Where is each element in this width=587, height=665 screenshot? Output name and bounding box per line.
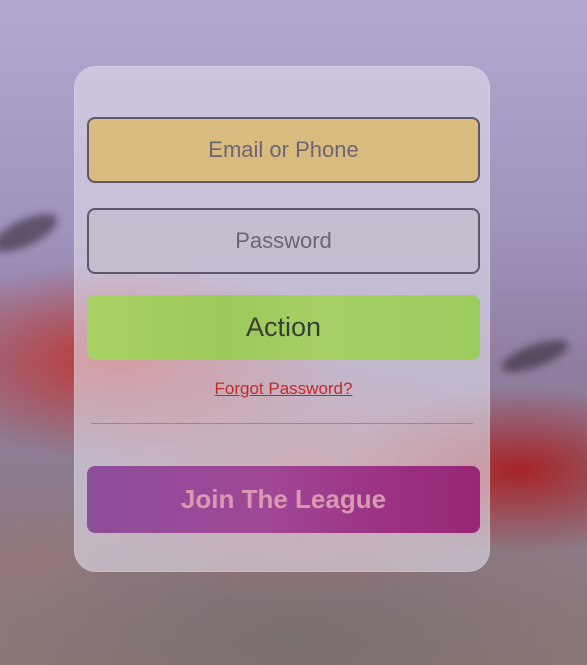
background-shape [0,206,63,260]
email-or-phone-input[interactable] [87,117,480,183]
divider [91,423,473,424]
forgot-password-link[interactable]: Forgot Password? [87,379,480,399]
action-button[interactable]: Action [87,295,480,360]
join-the-league-button[interactable]: Join The League [87,466,480,533]
background-shape [498,333,572,379]
password-input[interactable] [87,208,480,274]
